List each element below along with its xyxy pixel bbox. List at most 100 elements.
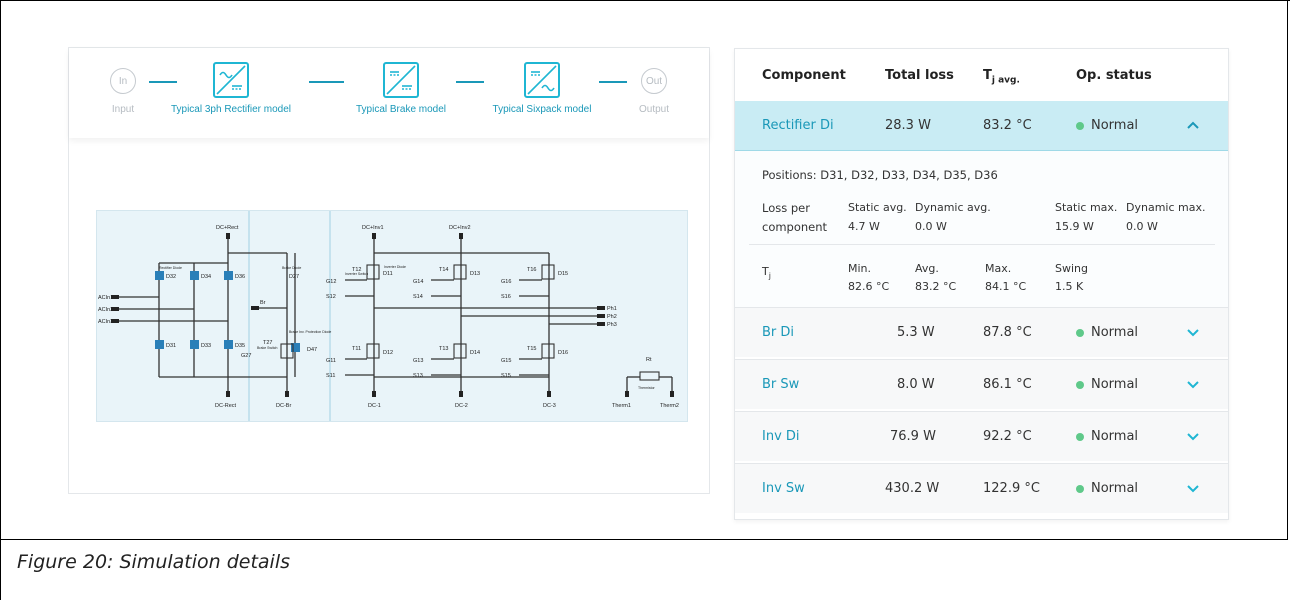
model-pipeline: In Input Typical 3ph Rectifier model Typ… [69,48,709,138]
label-rt: Rt [646,357,652,363]
brake-model-label[interactable]: Typical Brake model [356,104,446,115]
row-component-name: Inv Sw [762,481,805,496]
frame-border-top [0,0,1290,1]
converter-dc-dc-icon [386,65,416,95]
label-g14: G14 [413,279,423,285]
header-tj-avg: Tj avg. [983,68,1020,86]
label-acin1: ACIn1 [98,295,113,301]
detail-swing-label: Swing [1055,262,1088,275]
sixpack-model-icon[interactable] [524,62,560,98]
label-therm1: Therm1 [612,403,631,409]
output-label: Output [638,104,670,115]
label-s11: S11 [326,373,335,379]
detail-static-avg: 4.7 W [848,220,880,233]
detail-component: component [762,220,828,234]
rectifier-model-label[interactable]: Typical 3ph Rectifier model [171,104,291,115]
detail-static-max: 15.9 W [1055,220,1094,233]
label-t11: T11 [352,346,361,352]
row-tj-avg: 122.9 °C [983,481,1040,496]
brake-model-icon[interactable] [383,62,419,98]
frame-border-left [0,0,1,600]
label-s15: S15 [501,373,511,379]
table-row[interactable]: Inv Di 76.9 W 92.2 °C Normal [735,411,1228,461]
row-component-name: Inv Di [762,429,800,444]
sixpack-model-label[interactable]: Typical Sixpack model [493,104,592,115]
label-t16: T16 [527,267,536,273]
row-status: Normal [1091,325,1139,340]
row-component-name: Br Di [762,325,795,340]
row-tj-avg: 92.2 °C [983,429,1032,444]
header-component: Component [762,68,846,83]
label-t15: T15 [527,346,536,352]
label-d36: D36 [235,274,245,280]
label-g12: G12 [326,279,336,285]
table-row[interactable]: Br Di 5.3 W 87.8 °C Normal [735,307,1228,357]
schematic-diagram: DC+Rect DC+Inv1 DC+Inv2 ACIn1 ACIn2 ACIn… [98,211,679,421]
results-table: Component Total loss Tj avg. Op. status … [734,48,1229,520]
label-dc-rect: DC+Rect [216,225,239,231]
label-d13: D13 [470,271,480,277]
detail-min: 82.6 °C [848,280,890,293]
label-d16: D16 [558,350,568,356]
label-acin2: ACIn2 [98,307,113,313]
chevron-down-icon[interactable] [1185,324,1201,340]
row-total-loss: 76.9 W [890,429,936,444]
label-ph1: Ph1 [607,306,617,312]
chevron-down-icon[interactable] [1185,480,1201,496]
detail-dynamic-avg-label: Dynamic avg. [915,201,991,214]
label-dc-inv1: DC+Inv1 [362,225,384,231]
header-op-status: Op. status [1076,68,1152,83]
label-acin3: ACIn3 [98,319,113,325]
chevron-down-icon[interactable] [1185,376,1201,392]
output-node[interactable]: Out [641,68,667,94]
terminal-pins [111,233,674,397]
label-dc-3: DC-3 [543,403,556,409]
label-d14: D14 [470,350,480,356]
label-dc-br: DC-Br [276,403,291,409]
detail-dynamic-avg: 0.0 W [915,220,947,233]
pipeline-connector [599,81,627,83]
pipeline-connector [309,81,344,83]
chevron-down-icon[interactable] [1185,428,1201,444]
table-row[interactable]: Br Sw 8.0 W 86.1 °C Normal [735,359,1228,409]
header-total-loss: Total loss [885,68,954,83]
table-row[interactable]: Inv Sw 430.2 W 122.9 °C Normal [735,463,1228,513]
rectifier-model-icon[interactable] [213,62,249,98]
status-dot-icon [1076,122,1084,130]
label-brake-diode: Brake Diode [282,266,301,270]
row-tj-avg: 86.1 °C [983,377,1032,392]
label-ph2: Ph2 [607,314,617,320]
input-node[interactable]: In [110,68,136,94]
label-d12: D12 [383,350,393,356]
label-d32: D32 [166,274,176,280]
row-status: Normal [1091,377,1139,392]
label-d31: D31 [166,343,176,349]
pipeline-connector [149,81,177,83]
label-d35: D35 [235,343,245,349]
label-dc-inv2: DC+Inv2 [449,225,471,231]
label-thermistor: Thermistor [638,386,656,390]
row-status: Normal [1091,429,1139,444]
detail-min-label: Min. [848,262,872,275]
row-total-loss: 28.3 W [885,118,931,133]
detail-tj-label: Tj [762,264,771,280]
row-tj-avg: 87.8 °C [983,325,1032,340]
label-g16: G16 [501,279,511,285]
label-s14: S14 [413,294,423,300]
label-s13: S13 [413,373,423,379]
row-status: Normal [1091,481,1139,496]
table-row[interactable]: Rectifier Di 28.3 W 83.2 °C Normal [735,101,1228,151]
label-therm2: Therm2 [660,403,679,409]
chevron-up-icon[interactable] [1185,117,1201,133]
table-header: Component Total loss Tj avg. Op. status [735,49,1228,101]
detail-tj-main: T [762,265,769,278]
detail-dynamic-max-label: Dynamic max. [1126,201,1206,214]
label-d47: D47 [307,347,317,353]
detail-tj-sub: j [768,271,771,281]
row-status: Normal [1091,118,1139,133]
label-ph3: Ph3 [607,322,617,328]
label-rectifier-diode: Rectifier Diode [159,266,182,270]
detail-avg-label: Avg. [915,262,939,275]
status-dot-icon [1076,329,1084,337]
label-d15: D15 [558,271,568,277]
